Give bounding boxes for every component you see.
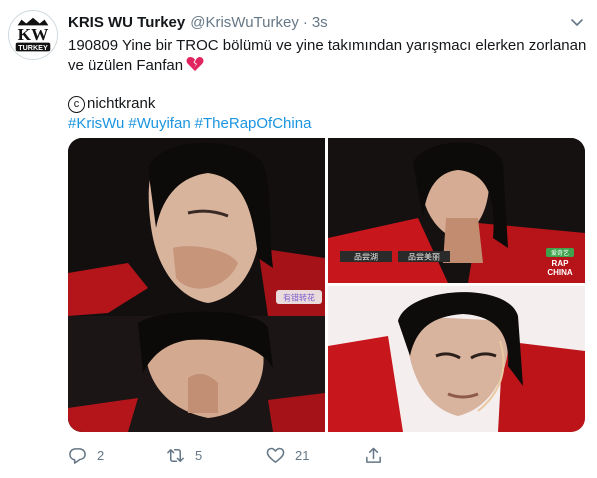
hashtag-list: #KrisWu #Wuyifan #TheRapOfChina xyxy=(68,114,584,134)
photo-1[interactable]: 有错转花 xyxy=(68,138,325,432)
avatar[interactable]: KW TURKEY xyxy=(8,10,58,60)
share-icon xyxy=(366,447,381,463)
share-button[interactable] xyxy=(364,446,393,465)
tweet-header: KRIS WU Turkey @KrisWuTurkey · 3s xyxy=(68,12,328,32)
svg-text:RAP: RAP xyxy=(552,259,570,268)
tweet-actions: 2 5 21 xyxy=(68,446,488,466)
tweet-text-line: ve üzülen Fanfan xyxy=(68,56,584,76)
tweet-text-line: 190809 Yine bir TROC bölümü ve yine takı… xyxy=(68,37,587,54)
copyright-symbol: c xyxy=(68,95,85,113)
retweet-button[interactable]: 5 xyxy=(166,446,202,465)
tweet-text: 190809 Yine bir TROC bölümü ve yine takı… xyxy=(68,36,587,134)
reply-count: 2 xyxy=(97,448,105,463)
timestamp[interactable]: 3s xyxy=(312,14,328,31)
tweet[interactable]: KW TURKEY KRIS WU Turkey @KrisWuTurkey ·… xyxy=(0,0,597,478)
credit-line: c nichtkrank xyxy=(68,94,584,114)
separator-dot: · xyxy=(302,13,308,31)
broken-heart-icon xyxy=(186,56,204,72)
hashtag-link[interactable]: #Wuyifan xyxy=(128,115,190,132)
photo-2[interactable]: 品尝湖 品尝美丽 爱奇艺 RAP CHINA xyxy=(328,138,585,283)
photo-3[interactable] xyxy=(328,286,585,432)
svg-text:KW: KW xyxy=(18,25,49,44)
caret-down-icon[interactable] xyxy=(569,14,585,30)
retweet-count: 5 xyxy=(195,448,203,463)
hashtag-link[interactable]: #TheRapOfChina xyxy=(195,115,312,132)
tweet-text-segment: ve üzülen Fanfan xyxy=(68,57,184,74)
reply-button[interactable]: 2 xyxy=(68,446,104,465)
like-button[interactable]: 21 xyxy=(266,446,309,465)
credit-name: nichtkrank xyxy=(87,95,156,112)
hashtag-link[interactable]: #KrisWu xyxy=(68,115,124,132)
media-grid: 有错转花 品尝湖 品尝美丽 爱奇艺 RAP CHINA xyxy=(68,138,585,432)
svg-text:CHINA: CHINA xyxy=(547,268,573,277)
display-name[interactable]: KRIS WU Turkey xyxy=(68,14,185,31)
like-count: 21 xyxy=(295,448,310,463)
reply-icon xyxy=(69,448,86,464)
retweet-icon xyxy=(167,449,184,462)
svg-text:TURKEY: TURKEY xyxy=(18,43,48,52)
user-handle[interactable]: @KrisWuTurkey xyxy=(190,14,299,31)
svg-text:品尝湖: 品尝湖 xyxy=(354,252,378,262)
svg-text:品尝美丽: 品尝美丽 xyxy=(408,252,440,262)
like-icon xyxy=(266,447,285,463)
svg-text:爱奇艺: 爱奇艺 xyxy=(551,249,569,257)
svg-text:有错转花: 有错转花 xyxy=(283,293,315,303)
